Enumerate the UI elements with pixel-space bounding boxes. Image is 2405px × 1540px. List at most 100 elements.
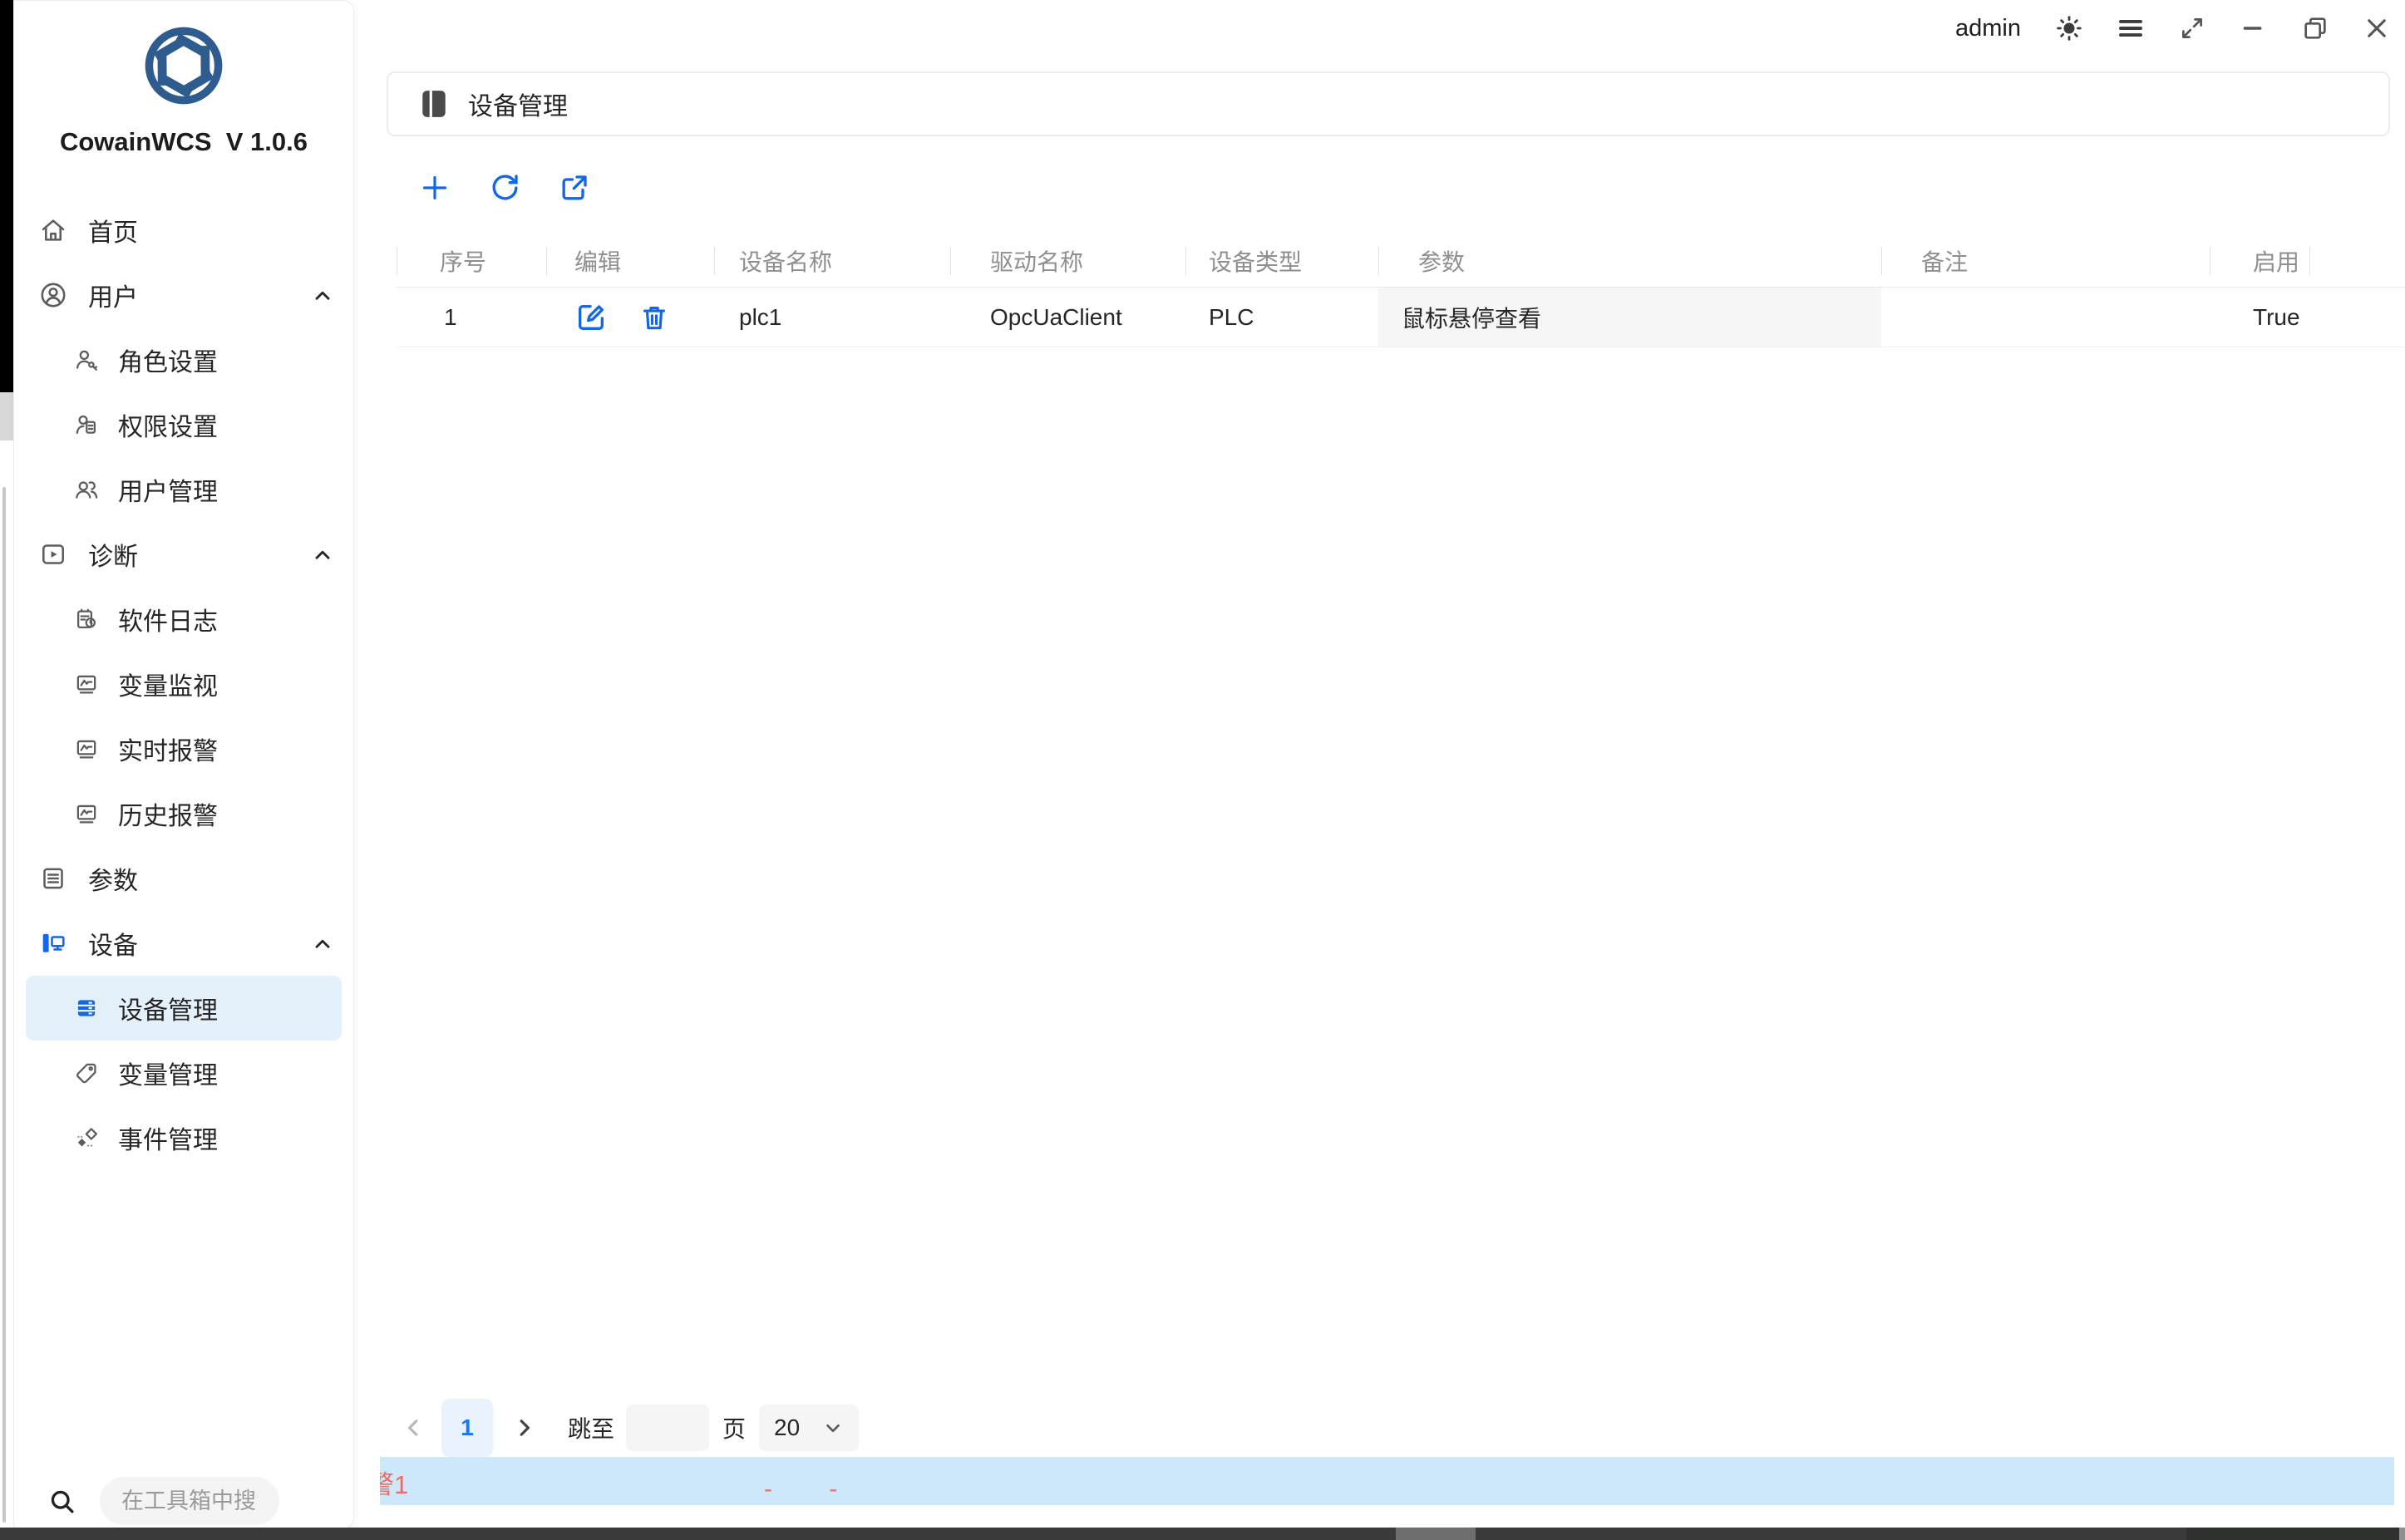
cell-blank — [2309, 288, 2405, 347]
aperture-logo-icon — [140, 22, 227, 109]
chevron-left-icon — [401, 1415, 426, 1440]
sidebar-item-label: 实时报警 — [118, 731, 218, 767]
sidebar-item-home[interactable]: 首页 — [14, 198, 353, 263]
col-header-driver-name: 驱动名称 — [950, 235, 1185, 287]
sidebar-item-user-management[interactable]: 用户管理 — [14, 457, 353, 522]
sidebar-item-variable-management[interactable]: 变量管理 — [14, 1041, 353, 1105]
user-icon — [38, 280, 68, 310]
sidebar-item-device-management[interactable]: 设备管理 — [26, 976, 342, 1041]
cell-remark — [1881, 288, 2210, 347]
edit-row-button[interactable] — [574, 301, 608, 334]
app-title: CowainWCS V 1.0.6 — [14, 127, 353, 157]
page-tab[interactable]: 设备管理 — [387, 71, 2390, 136]
cell-seq: 1 — [397, 288, 546, 347]
external-link-icon — [558, 171, 591, 204]
panel-icon — [420, 88, 448, 120]
refresh-button[interactable] — [488, 170, 521, 206]
prev-page-button[interactable] — [397, 1411, 430, 1444]
sidebar-item-event-management[interactable]: 事件管理 — [14, 1105, 353, 1170]
jump-to-label: 跳至 — [568, 1411, 614, 1444]
table-row: 1 plc1 OpcUaClient PLC 鼠标悬停查看 True — [397, 288, 2405, 347]
sidebar-item-diagnosis[interactable]: 诊断 — [14, 522, 353, 587]
sidebar-item-label: 用户 — [88, 277, 138, 313]
background-window-edge — [2, 487, 6, 1523]
trash-icon — [638, 302, 670, 333]
sidebar-item-variable-monitor[interactable]: 变量监视 — [14, 652, 353, 716]
table-header: 序号 编辑 设备名称 驱动名称 设备类型 参数 备注 启用 — [397, 235, 2405, 288]
sidebar-item-label: 用户管理 — [118, 471, 218, 508]
toolbox-search — [14, 1477, 353, 1527]
history-alarm-icon — [73, 800, 100, 827]
sidebar-nav: 首页 用户 角色设置 权限设置 用户管理 诊断 — [14, 198, 353, 1170]
sidebar-item-device[interactable]: 设备 — [14, 911, 353, 976]
sidebar-item-label: 变量监视 — [118, 666, 218, 702]
page-unit-label: 页 — [722, 1411, 746, 1444]
desktop-edge-strip — [0, 0, 13, 392]
col-header-remark: 备注 — [1881, 235, 2210, 287]
sidebar-item-label: 角色设置 — [118, 342, 218, 378]
event-management-icon — [73, 1124, 100, 1151]
next-page-button[interactable] — [508, 1411, 541, 1444]
realtime-alarm-icon — [73, 736, 100, 762]
add-device-button[interactable] — [418, 170, 451, 206]
taskbar-segment — [1396, 1528, 1476, 1540]
sidebar-item-label: 设备 — [88, 925, 138, 962]
chevron-right-icon — [512, 1415, 537, 1440]
toolbox-search-input[interactable] — [100, 1477, 279, 1525]
sidebar-item-label: 权限设置 — [118, 406, 218, 443]
delete-row-button[interactable] — [638, 301, 671, 334]
search-icon[interactable] — [47, 1487, 77, 1521]
sidebar-item-label: 诊断 — [88, 536, 138, 573]
col-header-device-name: 设备名称 — [714, 235, 950, 287]
page-size-select[interactable]: 20 — [759, 1405, 859, 1451]
col-header-device-type: 设备类型 — [1185, 235, 1378, 287]
sidebar-item-label: 参数 — [88, 860, 138, 897]
current-page-button[interactable]: 1 — [441, 1399, 493, 1457]
software-log-icon — [73, 606, 100, 632]
alarm-text: 警1 — [380, 1464, 408, 1501]
sidebar-item-history-alarm[interactable]: 历史报警 — [14, 781, 353, 846]
taskbar[interactable] — [0, 1528, 2405, 1540]
cell-params[interactable]: 鼠标悬停查看 — [1378, 288, 1881, 347]
user-management-icon — [73, 476, 100, 503]
sidebar-item-label: 设备管理 — [118, 990, 218, 1026]
cell-enabled: True — [2210, 288, 2309, 347]
cell-device-name: plc1 — [714, 288, 950, 347]
main-content: 设备管理 序号 编辑 设备名称 驱动名称 设备类型 参数 备注 启用 — [370, 0, 2405, 1540]
device-management-icon — [73, 995, 100, 1021]
taskbar-segment — [2399, 1528, 2405, 1540]
desktop-edge-block — [0, 392, 13, 440]
sidebar-item-label: 软件日志 — [118, 601, 218, 637]
refresh-icon — [488, 171, 521, 204]
role-settings-icon — [73, 347, 100, 373]
alarm-marquee-text: - - — [764, 1475, 862, 1503]
sidebar-item-label: 事件管理 — [118, 1119, 218, 1156]
chevron-up-icon — [312, 933, 333, 955]
col-header-enabled: 启用 — [2210, 235, 2309, 287]
page-size-value: 20 — [774, 1415, 800, 1441]
permission-settings-icon — [73, 411, 100, 438]
sidebar-item-role-settings[interactable]: 角色设置 — [14, 327, 353, 392]
cell-driver-name: OpcUaClient — [950, 288, 1185, 347]
col-header-blank — [2309, 235, 2405, 287]
jump-page-input[interactable] — [626, 1405, 709, 1451]
sidebar: CowainWCS V 1.0.6 首页 用户 角色设置 权限设置 — [13, 0, 354, 1529]
alarm-marquee-bar: 警1 - - — [380, 1457, 2394, 1505]
plus-icon — [418, 171, 451, 204]
sidebar-item-software-log[interactable]: 软件日志 — [14, 587, 353, 652]
variable-management-icon — [73, 1060, 100, 1086]
chevron-up-icon — [312, 544, 333, 566]
chevron-down-icon — [822, 1417, 844, 1439]
app-window: CowainWCS V 1.0.6 首页 用户 角色设置 权限设置 — [0, 0, 2405, 1540]
sidebar-item-parameters[interactable]: 参数 — [14, 846, 353, 911]
parameters-icon — [38, 863, 68, 893]
sidebar-item-realtime-alarm[interactable]: 实时报警 — [14, 716, 353, 781]
sidebar-item-label: 历史报警 — [118, 795, 218, 832]
col-header-params: 参数 — [1378, 235, 1881, 287]
device-icon — [38, 928, 68, 958]
sidebar-item-permission-settings[interactable]: 权限设置 — [14, 392, 353, 457]
sidebar-item-user[interactable]: 用户 — [14, 263, 353, 327]
page-title: 设备管理 — [468, 86, 568, 122]
export-button[interactable] — [558, 170, 591, 206]
cell-actions — [546, 288, 714, 347]
